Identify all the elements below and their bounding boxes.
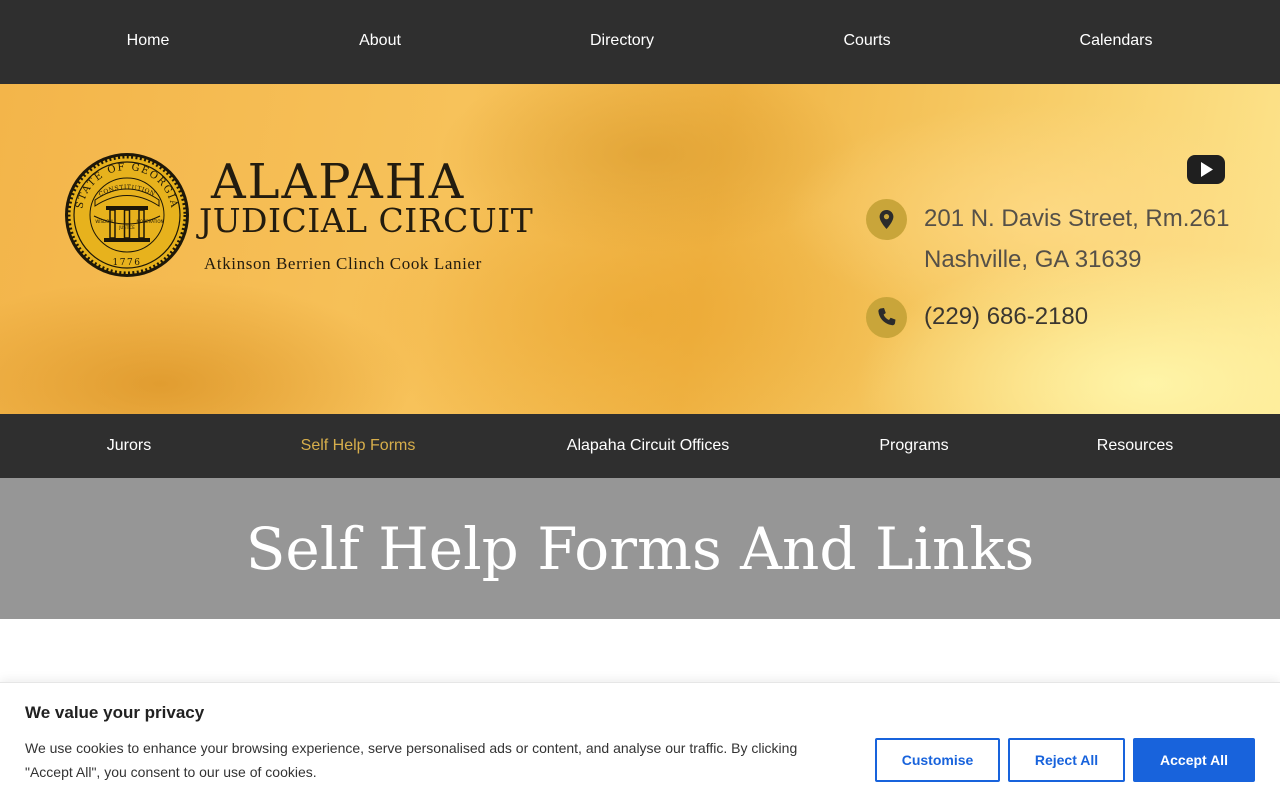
map-pin-icon (866, 199, 907, 240)
accept-all-button[interactable]: Accept All (1133, 738, 1255, 782)
seal-year: 1776 (113, 258, 142, 268)
secondary-navigation: Jurors Self Help Forms Alapaha Circuit O… (0, 414, 1280, 478)
subnav-alapaha-circuit-offices[interactable]: Alapaha Circuit Offices (567, 436, 729, 456)
address-line-2: Nashville, GA 31639 (924, 246, 1142, 273)
header-banner: STATE OF GEORGIA CONSTITUTION WISDOM JUS… (0, 84, 1280, 414)
top-navigation: Home About Directory Courts Calendars (0, 0, 1280, 84)
seal-ribbon-moderation: MODERATION (136, 219, 163, 224)
site-subtitle: JUDICIAL CIRCUIT (199, 201, 534, 240)
cookie-consent-banner: We value your privacy We use cookies to … (0, 682, 1280, 800)
cookie-banner-text: We use cookies to enhance your browsing … (25, 740, 798, 780)
phone-icon (866, 297, 907, 338)
nav-directory[interactable]: Directory (590, 31, 654, 51)
seal-ribbon-wisdom: WISDOM (95, 219, 113, 224)
page-title: Self Help Forms And Links (245, 515, 1035, 583)
page-title-bar: Self Help Forms And Links (0, 478, 1280, 619)
cookie-banner-title: We value your privacy (25, 703, 205, 722)
counties-list: Atkinson Berrien Clinch Cook Lanier (204, 254, 482, 273)
nav-about[interactable]: About (359, 31, 401, 51)
phone-number-link[interactable]: (229) 686-2180 (924, 303, 1088, 331)
subnav-jurors[interactable]: Jurors (107, 436, 151, 456)
customise-button[interactable]: Customise (875, 738, 1000, 782)
georgia-state-seal-logo[interactable]: STATE OF GEORGIA CONSTITUTION WISDOM JUS… (64, 152, 190, 278)
nav-courts[interactable]: Courts (843, 31, 890, 51)
reject-all-button[interactable]: Reject All (1008, 738, 1125, 782)
nav-calendars[interactable]: Calendars (1080, 31, 1153, 51)
address-line-1: 201 N. Davis Street, Rm.261 (924, 205, 1230, 232)
subnav-resources[interactable]: Resources (1097, 436, 1173, 456)
subnav-programs[interactable]: Programs (879, 436, 948, 456)
seal-ribbon-justice: JUSTICE (118, 225, 135, 230)
youtube-play-icon[interactable] (1187, 155, 1225, 184)
subnav-self-help-forms[interactable]: Self Help Forms (301, 436, 416, 456)
nav-home[interactable]: Home (127, 31, 170, 51)
